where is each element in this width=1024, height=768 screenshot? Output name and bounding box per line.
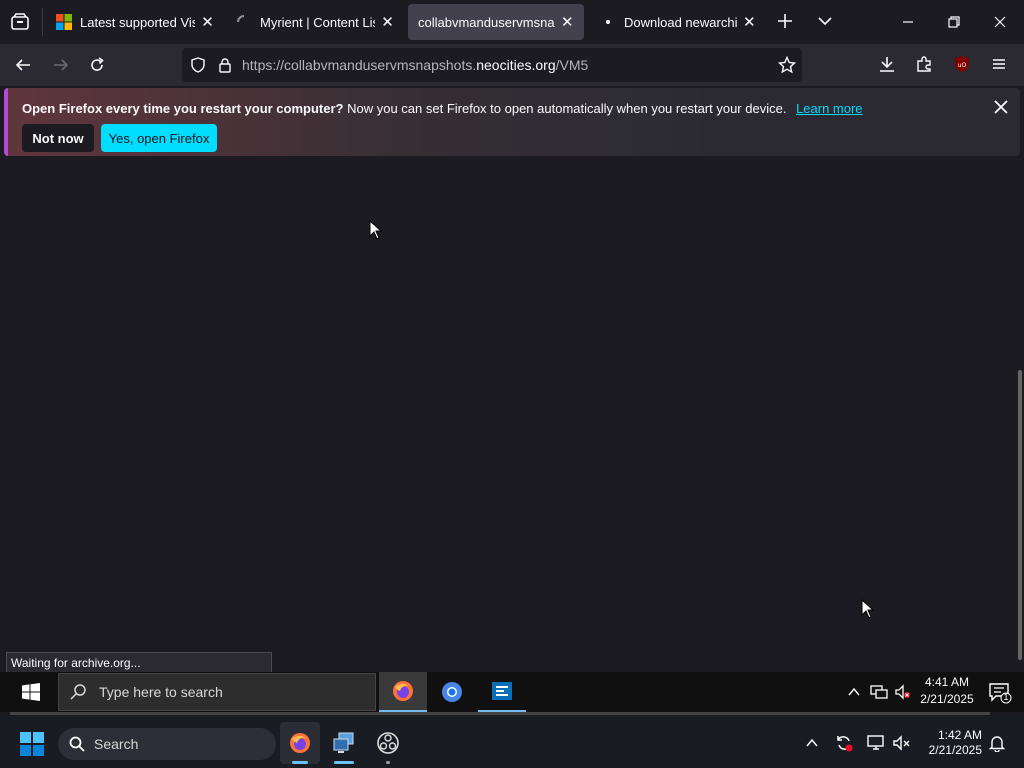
clock-time: 4:41 AM xyxy=(924,675,970,689)
minimize-icon[interactable] xyxy=(900,14,916,30)
clock-date: 2/21/2025 xyxy=(920,692,974,706)
mouse-cursor-icon xyxy=(861,599,875,619)
sync-error-icon[interactable] xyxy=(834,733,854,753)
not-now-button[interactable]: Not now xyxy=(22,124,94,152)
running-indicator xyxy=(292,761,308,764)
chrome-taskbar-icon[interactable] xyxy=(428,672,476,712)
close-tab-icon[interactable]: ✕ xyxy=(201,13,214,31)
windows-start-icon[interactable] xyxy=(22,683,40,701)
windows11-start-icon[interactable] xyxy=(20,732,44,756)
microsoft-logo-icon xyxy=(56,14,72,30)
bookmark-star-icon[interactable] xyxy=(778,56,796,74)
svg-text:uO: uO xyxy=(958,62,967,69)
tab-divider xyxy=(42,8,43,36)
list-all-tabs-icon[interactable] xyxy=(816,12,834,30)
firefox-restart-notification: Open Firefox every time you restart your… xyxy=(4,88,1020,156)
notification-title: Open Firefox every time you restart your… xyxy=(22,101,344,116)
search-icon xyxy=(68,735,86,753)
loading-icon xyxy=(236,14,252,30)
tab-myrient[interactable]: Myrient | Content Listing ✕ xyxy=(226,4,404,40)
lock-icon[interactable] xyxy=(218,57,232,73)
notifications-bell-icon[interactable] xyxy=(988,734,1006,752)
close-tab-icon[interactable]: ✕ xyxy=(561,13,574,31)
reload-icon[interactable] xyxy=(88,56,106,74)
notification-body: Now you can set Firefox to open automati… xyxy=(347,101,787,116)
taskbar-search-box[interactable]: Search xyxy=(58,728,276,760)
dot-icon xyxy=(600,14,616,30)
tracking-protection-shield-icon[interactable] xyxy=(190,57,206,73)
close-tab-icon[interactable]: ✕ xyxy=(381,13,394,31)
clock-time: 1:42 AM xyxy=(937,728,982,742)
url-prefix: https://collabvmanduservmsnapshots. xyxy=(242,57,477,73)
downloads-icon[interactable] xyxy=(878,55,896,73)
extensions-icon[interactable] xyxy=(915,55,933,73)
ublock-origin-icon[interactable]: uO xyxy=(953,55,971,73)
tab-label: collabvmanduservmsnapsh xyxy=(418,14,555,30)
menu-hamburger-icon[interactable] xyxy=(990,55,1008,73)
tab-visual-studio[interactable]: Latest supported Visual ✕ xyxy=(46,4,224,40)
tab-label: Download newarchive. xyxy=(624,14,737,30)
back-icon[interactable] xyxy=(14,56,32,74)
remote-horizontal-scrollbar[interactable] xyxy=(10,712,990,715)
host-taskbar: Search 1:42 AM 2/21/2025 xyxy=(0,718,1024,768)
close-notification-icon[interactable] xyxy=(992,98,1010,116)
firefox-taskbar-icon[interactable] xyxy=(280,722,320,764)
forward-icon[interactable] xyxy=(52,56,70,74)
remote-taskbar: Type here to search 4:41 AM 2/21/2025 1 xyxy=(0,672,1024,712)
running-indicator xyxy=(334,761,354,764)
navigation-toolbar: https://collabvmanduservmsnapshots.neoci… xyxy=(0,44,1024,86)
network-icon[interactable] xyxy=(870,684,888,700)
taskbar-search-box[interactable]: Type here to search xyxy=(58,673,376,711)
url-path: /VM5 xyxy=(555,57,589,73)
firefox-taskbar-icon[interactable] xyxy=(379,672,427,712)
volume-muted-icon[interactable] xyxy=(894,684,912,700)
page-content[interactable]: Waiting for archive.org... xyxy=(0,160,1024,674)
taskbar-clock[interactable]: 1:42 AM 2/21/2025 xyxy=(922,728,982,758)
remote-desktop-taskbar-icon[interactable] xyxy=(324,722,364,764)
mouse-cursor-icon xyxy=(369,220,383,240)
running-indicator xyxy=(386,761,390,764)
tab-collabvm[interactable]: collabvmanduservmsnapsh ✕ xyxy=(408,4,584,40)
page-scrollbar[interactable] xyxy=(1018,370,1022,660)
close-tab-icon[interactable]: ✕ xyxy=(743,13,756,31)
close-window-icon[interactable] xyxy=(992,14,1008,30)
notification-message: Open Firefox every time you restart your… xyxy=(22,101,863,116)
show-hidden-icons-chevron-icon[interactable] xyxy=(846,684,862,700)
firefox-view-icon[interactable] xyxy=(10,12,30,32)
obs-taskbar-icon[interactable] xyxy=(368,722,408,764)
learn-more-link[interactable]: Learn more xyxy=(796,101,862,116)
clock-date: 2/21/2025 xyxy=(928,743,982,757)
search-label: Search xyxy=(94,736,139,752)
show-hidden-icons-chevron-icon[interactable] xyxy=(804,735,820,751)
url-text[interactable]: https://collabvmanduservmsnapshots.neoci… xyxy=(242,57,588,73)
network-icon[interactable] xyxy=(866,734,886,752)
tab-download-newarchive[interactable]: Download newarchive. ✕ xyxy=(590,4,766,40)
search-icon xyxy=(69,683,87,701)
notification-count-badge: 1 xyxy=(1003,692,1009,702)
app-taskbar-icon[interactable] xyxy=(478,672,526,712)
volume-muted-icon[interactable] xyxy=(892,734,912,752)
new-tab-icon[interactable] xyxy=(776,12,794,30)
status-panel: Waiting for archive.org... xyxy=(6,652,272,674)
url-domain: neocities.org xyxy=(476,57,556,73)
yes-open-firefox-button[interactable]: Yes, open Firefox xyxy=(101,124,217,152)
search-placeholder: Type here to search xyxy=(99,684,223,700)
tab-bar: Latest supported Visual ✕ Myrient | Cont… xyxy=(0,0,1024,44)
restore-icon[interactable] xyxy=(946,14,962,30)
tab-label: Latest supported Visual xyxy=(80,14,195,30)
tab-label: Myrient | Content Listing xyxy=(260,14,375,30)
address-bar[interactable]: https://collabvmanduservmsnapshots.neoci… xyxy=(182,48,802,82)
taskbar-clock[interactable]: 4:41 AM 2/21/2025 xyxy=(918,674,976,708)
